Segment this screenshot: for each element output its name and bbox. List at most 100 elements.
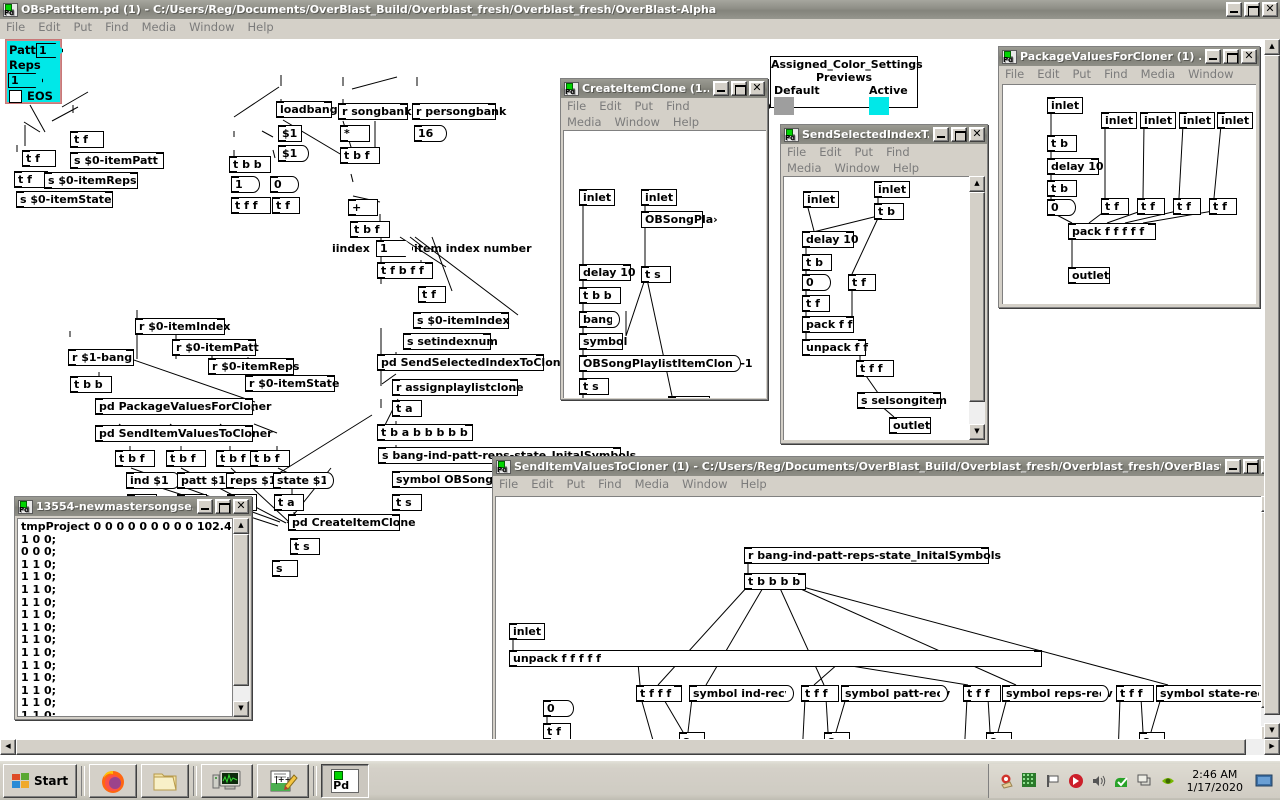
close-button[interactable]: ✕ xyxy=(749,81,765,96)
pd-object-box[interactable]: s selsongitem xyxy=(857,392,947,409)
console-text-area[interactable]: tmpProject 0 0 0 0 0 0 0 0 0 102.4; 1 0 0… xyxy=(17,518,233,717)
start-button[interactable]: Start xyxy=(3,763,78,798)
pd-number-box[interactable]: 1 xyxy=(376,240,406,257)
pd-object-box[interactable]: pack f f f f f xyxy=(1068,223,1156,240)
pd-object-box[interactable]: r songbank xyxy=(338,103,412,120)
maximize-button[interactable] xyxy=(215,499,231,514)
pd-object-box[interactable]: t f f xyxy=(231,197,271,214)
menu-media[interactable]: Media xyxy=(1141,67,1176,82)
pd-object-box[interactable]: inlet xyxy=(1217,112,1253,129)
menu-help[interactable]: Help xyxy=(741,477,767,492)
network-icon[interactable] xyxy=(1137,773,1153,789)
maximize-button[interactable] xyxy=(1244,2,1260,17)
close-button[interactable]: ✕ xyxy=(1241,49,1257,64)
pd-object-box[interactable]: pd PackageValuesForCloner xyxy=(95,398,271,415)
menu-file[interactable]: File xyxy=(499,477,518,492)
pd-object-box[interactable]: t s xyxy=(579,378,609,395)
menu-file[interactable]: File xyxy=(1005,67,1024,82)
pd-message-box[interactable]: 0 xyxy=(270,176,299,193)
pd-object-box[interactable]: unpack f f xyxy=(802,339,868,356)
menu-help[interactable]: Help xyxy=(673,115,699,130)
pd-object-box[interactable]: r $0-itemReps xyxy=(208,358,299,375)
minimize-button[interactable] xyxy=(1226,2,1242,17)
minimize-button[interactable] xyxy=(713,81,729,96)
menu-media[interactable]: Media xyxy=(787,161,822,176)
pd-object-box[interactable]: t f f xyxy=(856,360,894,377)
menu-window[interactable]: Window xyxy=(189,20,234,35)
grid-icon[interactable] xyxy=(1021,772,1038,789)
maximize-button[interactable] xyxy=(1223,49,1239,64)
pd-object-box[interactable]: loadbang xyxy=(276,101,338,118)
menu-help[interactable]: Help xyxy=(248,20,274,35)
pd-object-box[interactable]: t f xyxy=(848,274,876,291)
menu-media[interactable]: Media xyxy=(567,115,602,130)
pd-object-box[interactable]: outlet xyxy=(889,417,931,434)
close-button[interactable]: ✕ xyxy=(233,499,249,514)
reps-number-box[interactable]: 1 xyxy=(8,73,36,88)
pd-object-box[interactable]: inlet xyxy=(509,623,545,640)
pd-message-box[interactable]: symbol reps-recv xyxy=(1002,685,1113,702)
pd-object-box[interactable]: outlet xyxy=(1068,267,1110,284)
pd-object-box[interactable]: t b b xyxy=(579,287,621,304)
scroll-thumb[interactable] xyxy=(1264,55,1280,715)
menu-media[interactable]: Media xyxy=(635,477,670,492)
maximize-button[interactable] xyxy=(951,127,967,142)
pd-message-box[interactable]: 0 xyxy=(802,274,831,291)
pd-object-box[interactable]: delay 10 xyxy=(802,231,859,248)
scroll-down-button[interactable]: ▼ xyxy=(969,424,985,440)
pd-object-box[interactable]: t b b xyxy=(70,376,112,393)
pd-object-box[interactable]: t f xyxy=(272,197,300,214)
scroll-up-button[interactable]: ▲ xyxy=(969,176,985,192)
pd-object-box[interactable]: t a xyxy=(274,494,304,511)
pd-object-box[interactable]: t f xyxy=(14,171,48,188)
eos-toggle[interactable] xyxy=(9,90,22,103)
pd-object-box[interactable]: t b f xyxy=(250,450,290,467)
pd-object-box[interactable]: t b f xyxy=(340,147,380,164)
default-color-swatch[interactable] xyxy=(774,97,794,115)
pd-object-box[interactable]: t f xyxy=(1137,198,1165,215)
minimize-button[interactable] xyxy=(197,499,213,514)
pd-object-box[interactable]: inlet xyxy=(1047,97,1083,114)
pd-object-box[interactable]: t f xyxy=(1101,198,1129,215)
pd-object-box[interactable]: t b xyxy=(1047,135,1077,152)
send-item-values-menubar[interactable]: File Edit Put Find Media Window Help xyxy=(493,476,1279,494)
pd-object-box[interactable]: symbol xyxy=(579,333,627,350)
pd-object-box[interactable]: t b f xyxy=(350,221,390,238)
menu-media[interactable]: Media xyxy=(142,20,177,35)
scroll-thumb[interactable] xyxy=(16,739,1246,755)
taskbar-item-system-monitor[interactable] xyxy=(201,763,254,798)
pd-object-box[interactable]: unpack f f f f f xyxy=(509,650,1042,667)
send-selected-index-vscrollbar[interactable]: ▲ ▼ xyxy=(969,176,985,440)
ccleaner-icon[interactable] xyxy=(999,773,1015,789)
active-color-swatch[interactable] xyxy=(869,97,889,115)
pd-object-box[interactable]: t b b b b xyxy=(744,573,806,590)
pd-object-box[interactable]: s $0-itemReps xyxy=(44,172,138,189)
pd-object-box[interactable]: r $0-itemIndex xyxy=(135,318,230,335)
pd-object-box[interactable]: pd SendItemValuesToCloner xyxy=(95,425,273,442)
show-desktop-icon[interactable] xyxy=(1254,773,1274,789)
menu-edit[interactable]: Edit xyxy=(1037,67,1059,82)
pd-object-box[interactable]: t b a b b b b b xyxy=(377,424,473,441)
pd-object-box[interactable]: t b f xyxy=(166,450,206,467)
pd-object-box[interactable]: delay 10 xyxy=(1047,158,1104,175)
maximize-button[interactable] xyxy=(1243,459,1259,474)
pd-object-box[interactable]: r assignplaylistclone xyxy=(392,379,524,396)
menu-find[interactable]: Find xyxy=(886,145,910,160)
pd-object-box[interactable]: r $1-bang xyxy=(68,349,134,366)
menu-window[interactable]: Window xyxy=(835,161,880,176)
menu-file[interactable]: File xyxy=(787,145,806,160)
pd-object-box[interactable]: t a xyxy=(392,400,422,417)
pd-message-box[interactable]: patt $1 xyxy=(177,472,236,489)
scroll-up-button[interactable]: ▲ xyxy=(233,518,249,534)
create-item-clone-titlebar[interactable]: CreateItemClone (1... ✕ xyxy=(561,79,767,98)
menu-edit[interactable]: Edit xyxy=(38,20,60,35)
menu-find[interactable]: Find xyxy=(666,99,690,114)
pd-object-box[interactable]: r $0-itemPatt xyxy=(172,339,259,356)
menu-file[interactable]: File xyxy=(6,20,25,35)
package-values-canvas[interactable]: inlet inlet inlet inlet inlet t b delay 10 t b 0… xyxy=(1002,84,1256,304)
volume-icon[interactable] xyxy=(1091,773,1107,789)
scroll-thumb[interactable] xyxy=(969,192,985,402)
scroll-down-button[interactable]: ▼ xyxy=(233,701,249,717)
pd-object-box[interactable]: t f xyxy=(802,295,830,312)
main-vscrollbar[interactable]: ▲ ▼ xyxy=(1264,39,1280,739)
